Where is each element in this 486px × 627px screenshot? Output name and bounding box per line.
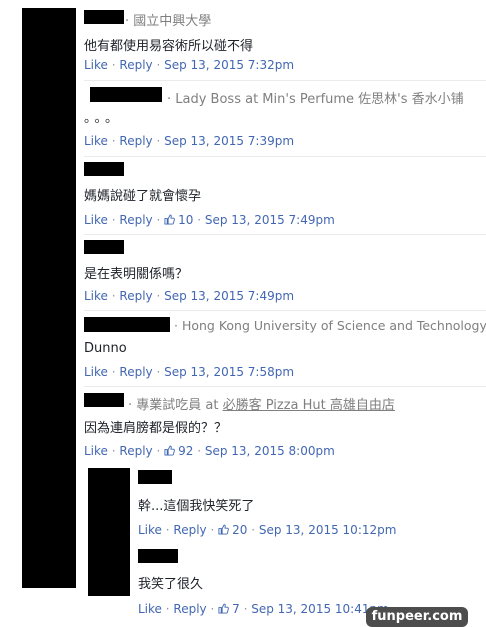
author-affiliation: Hong Kong University of Science and Tech… <box>181 318 486 333</box>
comment-text: Dunno <box>84 341 127 356</box>
like-link[interactable]: Like <box>84 289 108 303</box>
comment-meta: Like · Reply · Sep 13, 2015 7:49pm <box>84 289 295 303</box>
reply-link[interactable]: Reply <box>119 289 152 303</box>
comment-header: · 專業試吃員 at 必勝客 Pizza Hut 高雄自由店 <box>128 398 395 413</box>
reply-meta: Like · Reply · 20 · Sep 13, 2015 10:12pm <box>138 523 397 537</box>
author-affiliation-prefix: 專業試吃員 at <box>136 398 223 413</box>
like-link[interactable]: Like <box>84 444 108 458</box>
reply-link[interactable]: Reply <box>119 444 152 458</box>
thumbs-up-icon <box>164 214 175 225</box>
redacted-name <box>84 317 170 332</box>
comment-meta: Like · Reply · Sep 13, 2015 7:39pm <box>84 134 295 148</box>
author-affiliation: 國立中興大學 <box>133 14 212 29</box>
timestamp-link[interactable]: Sep 13, 2015 7:58pm <box>164 365 294 379</box>
redacted-reply-avatar-column <box>88 468 130 596</box>
comment-text: 。。。 <box>84 111 123 126</box>
comment-divider <box>84 156 486 157</box>
reply-link[interactable]: Reply <box>173 602 206 616</box>
comment-text: 因為連肩膀都是假的？？ <box>84 421 228 436</box>
comment-divider <box>84 310 486 311</box>
redacted-name <box>138 470 172 484</box>
reply-link[interactable]: Reply <box>119 365 152 379</box>
comment-header: · Lady Boss at Min's Perfume 佐思林's 香水小铺 <box>167 92 464 107</box>
timestamp-link[interactable]: Sep 13, 2015 8:00pm <box>205 444 335 458</box>
redacted-avatar-column <box>22 8 76 588</box>
redacted-name <box>84 240 124 254</box>
comment-divider <box>84 234 486 235</box>
redacted-name <box>90 87 162 102</box>
reply-link[interactable]: Reply <box>173 523 206 537</box>
like-count[interactable]: 92 <box>178 444 193 458</box>
comment-meta: Like · Reply · Sep 13, 2015 7:32pm <box>84 58 295 72</box>
comment-header: · 國立中興大學 <box>125 14 212 29</box>
comment-text: 他有都使用易容術所以碰不得 <box>84 39 254 54</box>
watermark-badge: funpeer.com <box>366 607 468 627</box>
timestamp-link[interactable]: Sep 13, 2015 7:49pm <box>205 213 335 227</box>
comment-divider <box>84 386 486 387</box>
like-count[interactable]: 7 <box>232 602 240 616</box>
like-link[interactable]: Like <box>84 58 108 72</box>
author-affiliation: Lady Boss at Min's Perfume 佐思林's 香水小铺 <box>175 92 464 107</box>
timestamp-link[interactable]: Sep 13, 2015 7:32pm <box>164 58 294 72</box>
like-link[interactable]: Like <box>138 523 162 537</box>
author-affiliation-link[interactable]: 必勝客 Pizza Hut 高雄自由店 <box>223 398 395 413</box>
reply-link[interactable]: Reply <box>119 213 152 227</box>
like-count[interactable]: 20 <box>232 523 247 537</box>
comment-text: 媽媽說碰了就會懷孕 <box>84 189 202 204</box>
reply-link[interactable]: Reply <box>119 58 152 72</box>
reply-text: 幹...這個我快笑死了 <box>138 499 255 514</box>
like-link[interactable]: Like <box>138 602 162 616</box>
comment-text: 是在表明關係嗎？ <box>84 267 189 282</box>
comment-header: · Hong Kong University of Science and Te… <box>174 318 486 333</box>
timestamp-link[interactable]: Sep 13, 2015 10:12pm <box>259 523 397 537</box>
timestamp-link[interactable]: Sep 13, 2015 7:39pm <box>164 134 294 148</box>
comment-meta: Like · Reply · Sep 13, 2015 7:58pm <box>84 365 295 379</box>
comment-divider <box>84 80 486 81</box>
thumbs-up-icon <box>164 445 175 456</box>
timestamp-link[interactable]: Sep 13, 2015 7:49pm <box>164 289 294 303</box>
reply-link[interactable]: Reply <box>119 134 152 148</box>
redacted-name <box>138 549 178 563</box>
like-link[interactable]: Like <box>84 213 108 227</box>
comment-meta: Like · Reply · 10 · Sep 13, 2015 7:49pm <box>84 213 335 227</box>
like-link[interactable]: Like <box>84 134 108 148</box>
redacted-name <box>84 393 124 407</box>
comment-meta: Like · Reply · 92 · Sep 13, 2015 8:00pm <box>84 444 335 458</box>
thumbs-up-icon <box>218 603 229 614</box>
thumbs-up-icon <box>218 524 229 535</box>
like-link[interactable]: Like <box>84 365 108 379</box>
redacted-name <box>84 10 124 24</box>
redacted-name <box>84 162 124 176</box>
like-count[interactable]: 10 <box>178 213 193 227</box>
reply-text: 我笑了很久 <box>138 577 204 592</box>
reply-meta: Like · Reply · 7 · Sep 13, 2015 10:41pm <box>138 602 389 616</box>
